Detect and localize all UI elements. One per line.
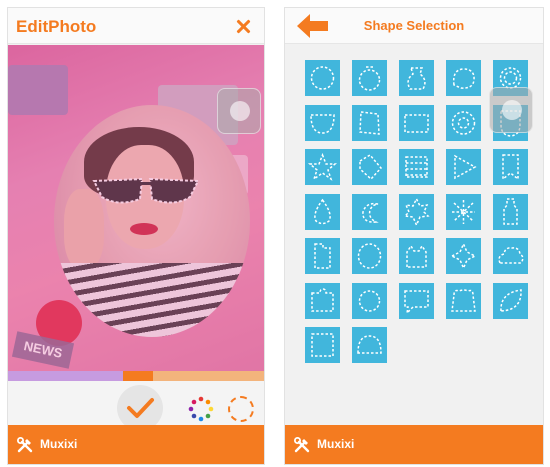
top-bar: EditPhoto [8,8,264,44]
shape-tile-cat[interactable] [399,238,434,274]
striped-shirt-shape [54,263,250,337]
oval-shape-icon [357,243,382,269]
crescent-shape-icon [362,202,379,223]
bottom-bar: Muxixi [285,425,543,464]
shape-tile-star[interactable] [305,149,340,185]
bubble-cloud-shape-icon [452,68,475,89]
shape-tile-scroll[interactable] [352,105,387,141]
shape-tile-cloud[interactable] [493,238,528,274]
brand-label: Muxixi [40,437,78,451]
shape-tile-stitched-square[interactable] [399,149,434,185]
bottle-shape-icon [503,198,518,225]
page-title: Shape Selection [363,18,465,33]
vase-shape-icon [407,67,426,90]
shape-tile-semicircle[interactable] [305,105,340,141]
bottom-bar: Muxixi [8,425,264,464]
semicircle-shape-icon [310,114,335,134]
shape-tile-vase[interactable] [399,60,434,96]
app-title: EditPhoto [16,17,97,36]
tag-shape-icon [359,154,382,181]
bear-shape-icon [451,289,476,312]
flower-shape-icon [451,111,476,135]
leaf-shape-icon [500,289,522,312]
color-strip[interactable] [8,371,264,381]
circle-shape-icon [310,66,335,90]
shape-tile-dome[interactable] [352,327,387,363]
sunglasses-shape [92,177,200,204]
shape-tile-ornament[interactable] [352,60,387,96]
color-palette-icon [188,396,214,422]
square-shape-icon [311,333,334,357]
shape-tile-rectangle[interactable] [399,105,434,141]
tools-icon[interactable] [16,436,34,454]
shape-tile-circle-small[interactable] [352,283,387,319]
background-frame [8,65,68,115]
shape-selection-screen: Shape Selection Muxixi [284,7,544,465]
ribbon-shape-icon [502,154,519,181]
stitched-square-shape-icon [405,156,428,178]
shape-tile-square[interactable] [305,327,340,363]
shape-tile-crescent[interactable] [352,194,387,230]
drop-shape-icon [314,198,331,225]
shape-tile-bear[interactable] [446,283,481,319]
rectangle-shape-icon [404,114,429,133]
shape-tile-tag[interactable] [352,149,387,185]
circle-small-shape-icon [358,290,381,312]
shape-tile-speech-bubble[interactable] [399,283,434,319]
snowflake-shape-icon [452,200,475,224]
lips-shape [130,223,158,235]
shape-tile-circle[interactable] [305,60,340,96]
dashed-circle-icon[interactable] [228,396,254,422]
drag-handle[interactable] [489,87,533,133]
shape-tile-triangle[interactable] [446,149,481,185]
shape-tile-snowflake[interactable] [446,194,481,230]
shape-tile-bubble-cloud[interactable] [446,60,481,96]
scroll-shape-icon [359,111,380,135]
ornament-shape-icon [358,66,381,91]
sparkle-shape-icon [450,242,477,270]
shape-tile-tall-rectangle[interactable] [305,238,340,274]
brand-label: Muxixi [317,437,355,451]
dome-shape-icon [357,335,382,354]
edit-photo-screen: EditPhoto NEWS Muxixi [7,7,265,465]
cloud-shape-icon [498,247,524,264]
cat-shape-icon [406,244,427,268]
puzzle-shape-icon [311,288,334,312]
drag-handle[interactable] [217,88,261,134]
shape-tile-puzzle[interactable] [305,283,340,319]
shape-tile-bottle[interactable] [493,194,528,230]
shape-tile-maple-leaf[interactable] [399,194,434,230]
shape-tile-ribbon[interactable] [493,149,528,185]
shape-tile-leaf[interactable] [493,283,528,319]
shape-tile-sparkle[interactable] [446,238,481,274]
top-bar: Shape Selection [285,8,543,44]
speech-bubble-shape-icon [404,290,429,316]
shape-tile-flower[interactable] [446,105,481,141]
triangle-shape-icon [454,154,477,180]
shape-tile-oval[interactable] [352,238,387,274]
close-button[interactable] [230,12,258,40]
circle-crop-mask[interactable] [54,105,250,337]
tall-rectangle-shape-icon [314,243,331,269]
shape-tile-drop[interactable] [305,194,340,230]
color-palette-button[interactable] [188,396,214,422]
maple-leaf-shape-icon [403,197,430,227]
star-shape-icon [307,152,338,181]
tools-icon[interactable] [293,436,311,454]
